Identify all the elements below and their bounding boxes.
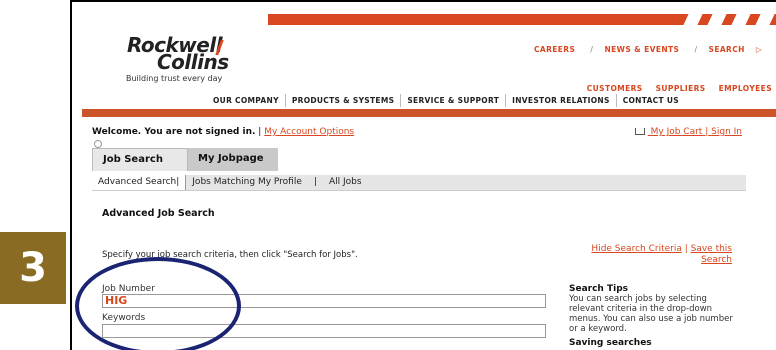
nav-contact-us[interactable]: CONTACT US	[615, 94, 685, 107]
suppliers-link[interactable]: SUPPLIERS	[656, 84, 706, 93]
criteria-actions: Hide Search Criteria | Save this Search	[591, 244, 732, 265]
nav-service-support[interactable]: SERVICE & SUPPORT	[400, 94, 505, 107]
hide-criteria-link[interactable]: Hide Search Criteria	[591, 244, 681, 254]
job-cart-link[interactable]: My Job Cart	[651, 127, 703, 137]
subtab-jobs-matching[interactable]: Jobs Matching My Profile	[186, 175, 308, 190]
careers-link[interactable]: CAREERS	[534, 45, 575, 54]
search-arrow-icon: ▷	[755, 45, 762, 54]
main-nav: OUR COMPANY PRODUCTS & SYSTEMS SERVICE & S…	[207, 94, 776, 107]
employees-link[interactable]: EMPLOYEES	[719, 84, 772, 93]
cart-links: My Job Cart | Sign In	[634, 127, 742, 137]
tab-job-search[interactable]: Job Search	[92, 148, 188, 171]
search-link[interactable]: SEARCH	[709, 45, 745, 54]
account-options-link[interactable]: My Account Options	[264, 127, 354, 137]
section-title: Advanced Job Search	[102, 208, 215, 219]
top-links: CAREERS / NEWS & EVENTS / SEARCH ▷	[533, 45, 762, 54]
nav-investor-relations[interactable]: INVESTOR RELATIONS	[505, 94, 616, 107]
nav-products-systems[interactable]: PRODUCTS & SYSTEMS	[284, 94, 401, 107]
brand-logo[interactable]: Rockwell Collins	[127, 35, 229, 72]
saving-searches-title: Saving searches	[569, 338, 652, 348]
search-icon	[94, 140, 102, 148]
highlight-circle	[75, 257, 241, 350]
nav-our-company[interactable]: OUR COMPANY	[207, 94, 285, 107]
search-tips: Search Tips You can search jobs by selec…	[569, 284, 744, 348]
sub-tabs: Advanced Search| Jobs Matching My Profile…	[92, 175, 746, 191]
audience-links: CUSTOMERS SUPPLIERS EMPLOYEES	[577, 84, 772, 93]
news-events-link[interactable]: NEWS & EVENTS	[604, 45, 679, 54]
tab-my-jobpage[interactable]: My Jobpage	[188, 148, 278, 171]
subtab-advanced-search[interactable]: Advanced Search|	[92, 175, 187, 190]
brand-tagline: Building trust every day	[126, 74, 223, 83]
sign-in-link[interactable]: Sign In	[711, 127, 742, 137]
search-tips-body: You can search jobs by selecting relevan…	[569, 294, 733, 334]
save-search-link-line2[interactable]: Search	[701, 255, 732, 265]
cart-icon	[634, 128, 645, 135]
subtab-all-jobs[interactable]: All Jobs	[323, 175, 368, 190]
customers-link[interactable]: CUSTOMERS	[587, 84, 643, 93]
save-search-link[interactable]: Save this	[691, 244, 732, 254]
welcome-message: Welcome. You are not signed in. | My Acc…	[92, 127, 355, 137]
nav-underline-bar	[82, 109, 776, 117]
search-tips-title: Search Tips	[569, 284, 628, 294]
step-number-badge: 3	[0, 232, 66, 304]
